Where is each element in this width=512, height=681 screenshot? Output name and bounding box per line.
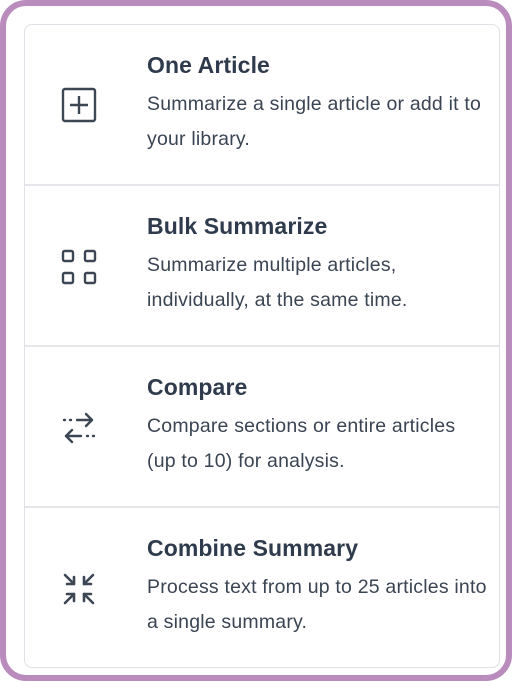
option-description: Compare sections or entire articles (up … bbox=[147, 415, 456, 472]
option-title: Combine Summary bbox=[147, 535, 359, 561]
plus-square-icon bbox=[59, 85, 99, 125]
option-title: One Article bbox=[147, 52, 270, 78]
modal-frame: One Article Summarize a single article o… bbox=[0, 0, 512, 681]
option-title: Bulk Summarize bbox=[147, 213, 328, 239]
option-compare[interactable]: Compare Compare sections or entire artic… bbox=[25, 345, 499, 506]
option-title: Compare bbox=[147, 374, 248, 400]
combine-arrows-icon bbox=[59, 569, 99, 609]
option-combine-summary[interactable]: Combine Summary Process text from up to … bbox=[25, 506, 499, 667]
option-bulk-summarize[interactable]: Bulk Summarize Summarize multiple articl… bbox=[25, 184, 499, 345]
summarize-options-card: One Article Summarize a single article o… bbox=[24, 24, 500, 668]
option-description: Process text from up to 25 articles into… bbox=[147, 576, 487, 633]
grid-squares-icon bbox=[59, 247, 99, 287]
option-description: Summarize multiple articles, individuall… bbox=[147, 254, 408, 311]
option-one-article[interactable]: One Article Summarize a single article o… bbox=[25, 25, 499, 186]
compare-arrows-icon bbox=[59, 408, 99, 448]
option-description: Summarize a single article or add it to … bbox=[147, 93, 482, 150]
